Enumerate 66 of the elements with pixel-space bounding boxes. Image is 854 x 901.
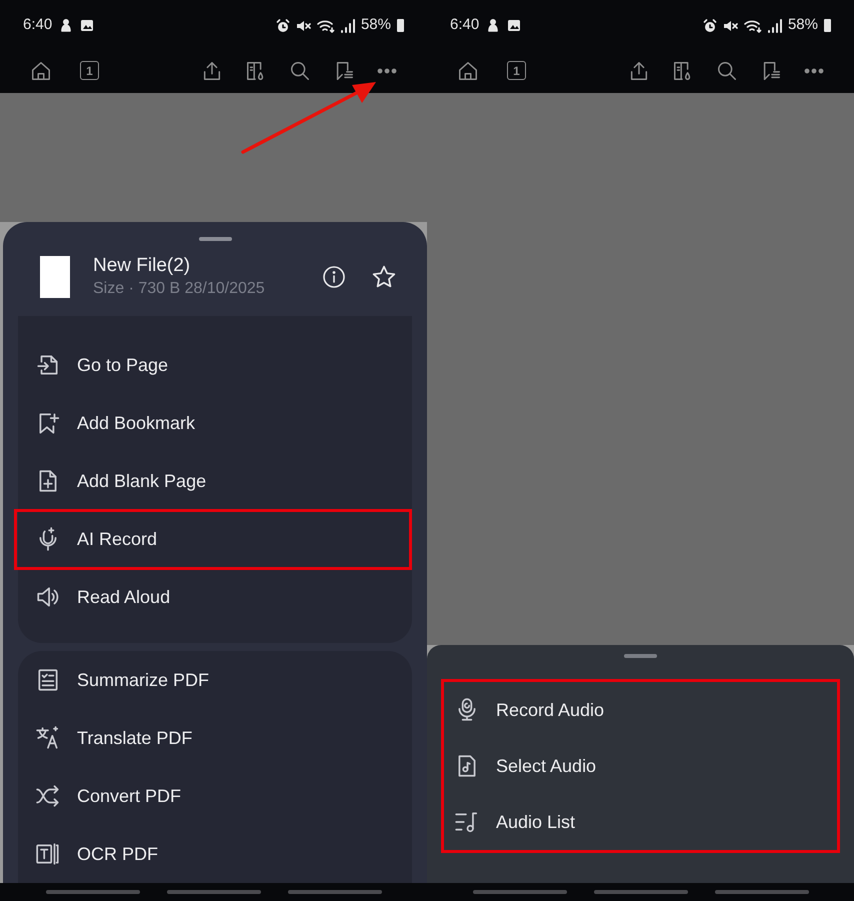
home-icon bbox=[30, 60, 52, 82]
drag-handle[interactable] bbox=[198, 237, 232, 241]
menu-item[interactable]: Select Audio bbox=[444, 738, 837, 794]
file-thumbnail bbox=[40, 256, 70, 298]
menu-item[interactable]: Add Bookmark bbox=[18, 394, 412, 452]
person-icon bbox=[487, 19, 500, 32]
file-name: New File(2) bbox=[93, 254, 192, 278]
alarm-icon bbox=[276, 18, 290, 32]
search-button[interactable] bbox=[289, 60, 311, 82]
more-icon bbox=[377, 68, 397, 74]
menu-item[interactable]: Go to Page bbox=[18, 336, 412, 394]
menu-item[interactable]: Read Aloud bbox=[18, 568, 412, 626]
menu-item[interactable]: Add Blank Page bbox=[18, 452, 412, 510]
page-number-button[interactable]: 1 bbox=[80, 61, 99, 80]
search-button[interactable] bbox=[716, 60, 738, 82]
battery-icon bbox=[824, 19, 831, 32]
mute-icon bbox=[722, 18, 738, 32]
signal-icon bbox=[340, 18, 355, 32]
image-icon bbox=[80, 19, 94, 32]
more-button[interactable] bbox=[804, 68, 824, 74]
menu-item[interactable]: Audio List bbox=[444, 794, 837, 850]
nav-bar-handle[interactable] bbox=[594, 890, 688, 894]
translate-icon bbox=[35, 725, 61, 751]
nav-bar-handle[interactable] bbox=[472, 890, 566, 894]
nav-bar-handle[interactable] bbox=[46, 890, 140, 894]
menu-item[interactable]: OCR PDF bbox=[18, 825, 412, 883]
share-icon bbox=[201, 60, 223, 82]
battery-icon bbox=[397, 19, 404, 32]
share-button[interactable] bbox=[201, 60, 223, 82]
clock-time: 6:40 bbox=[450, 15, 480, 36]
mute-icon bbox=[296, 18, 311, 32]
shuffle-icon bbox=[35, 783, 61, 809]
alarm-icon bbox=[702, 18, 717, 32]
search-icon bbox=[289, 60, 311, 82]
home-button[interactable] bbox=[30, 60, 52, 82]
info-icon bbox=[322, 265, 346, 289]
clock-time: 6:40 bbox=[23, 15, 52, 36]
home-icon bbox=[457, 60, 479, 82]
drag-handle[interactable] bbox=[624, 654, 657, 658]
menu-item[interactable]: Translate PDF bbox=[18, 709, 412, 767]
menu-item[interactable]: AI Record bbox=[18, 510, 412, 568]
wifi-icon bbox=[316, 18, 335, 32]
menu-item[interactable]: Record Audio bbox=[444, 682, 837, 738]
battery-percent: 58% bbox=[788, 15, 818, 36]
image-icon bbox=[507, 19, 522, 32]
share-icon bbox=[628, 60, 650, 82]
more-icon bbox=[804, 68, 824, 74]
more-button[interactable] bbox=[377, 68, 397, 74]
home-button[interactable] bbox=[457, 60, 479, 82]
nav-bar-handle[interactable] bbox=[714, 890, 808, 894]
page-number-button[interactable]: 1 bbox=[507, 61, 526, 80]
search-icon bbox=[716, 60, 738, 82]
menu-item[interactable]: Convert PDF bbox=[18, 767, 412, 825]
nav-bar-handle[interactable] bbox=[166, 890, 260, 894]
file-meta: Size · 730 B 28/10/2025 bbox=[93, 279, 266, 299]
wifi-icon bbox=[744, 18, 762, 32]
nav-bar-handle[interactable] bbox=[288, 890, 382, 894]
star-icon bbox=[371, 264, 397, 290]
info-button[interactable] bbox=[322, 265, 346, 289]
signal-icon bbox=[768, 18, 782, 32]
person-icon bbox=[60, 19, 72, 32]
battery-percent: 58% bbox=[360, 15, 391, 36]
share-button[interactable] bbox=[628, 60, 650, 82]
menu-item[interactable]: Summarize PDF bbox=[18, 651, 412, 709]
text-scan-icon bbox=[35, 841, 61, 867]
favorite-button[interactable] bbox=[371, 264, 397, 290]
